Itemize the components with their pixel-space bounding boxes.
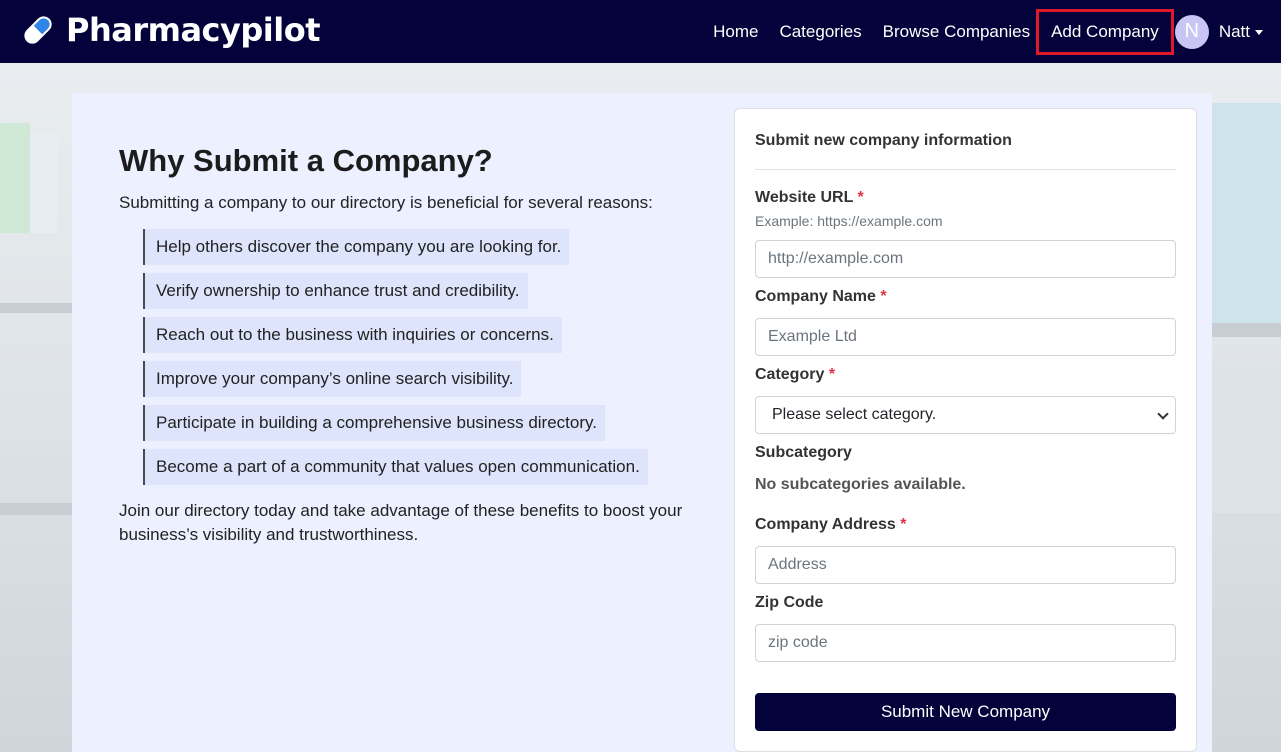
caret-down-icon [1255, 30, 1263, 35]
company-address-input[interactable] [755, 546, 1176, 584]
required-mark: * [828, 366, 836, 383]
company-name-label: Company Name * [755, 288, 887, 305]
required-mark: * [880, 288, 887, 305]
nav-home[interactable]: Home [713, 22, 758, 42]
nav-browse-companies[interactable]: Browse Companies [883, 22, 1030, 42]
divider [755, 169, 1176, 170]
address-label: Company Address * [755, 516, 907, 533]
reason-item: Help others discover the company you are… [143, 229, 570, 265]
category-select[interactable]: Please select category. [755, 396, 1176, 434]
submit-company-button[interactable]: Submit New Company [755, 693, 1176, 731]
required-mark: * [900, 516, 907, 533]
nav-links: Home Categories Browse Companies Add Com… [692, 0, 1263, 63]
info-outro: Join our directory today and take advant… [119, 501, 683, 544]
brand-name: Pharmacypilot [66, 11, 321, 49]
info-section: Why Submit a Company? Submitting a compa… [119, 143, 689, 547]
zip-code-label: Zip Code [755, 594, 824, 611]
user-name: Natt [1218, 21, 1250, 41]
top-navbar: Pharmacypilot Home Categories Browse Com… [0, 0, 1281, 63]
subcategory-label: Subcategory [755, 444, 852, 461]
reason-item: Reach out to the business with inquiries… [143, 317, 562, 353]
zip-code-input[interactable] [755, 624, 1176, 662]
company-form-card: Submit new company information Website U… [734, 108, 1197, 752]
user-avatar[interactable]: N [1174, 14, 1209, 49]
reason-item: Become a part of a community that values… [143, 449, 648, 485]
nav-add-company[interactable]: Add Company [1036, 8, 1174, 55]
nav-categories[interactable]: Categories [779, 22, 861, 42]
subcategory-empty-text: No subcategories available. [755, 476, 966, 493]
reason-item: Verify ownership to enhance trust and cr… [143, 273, 528, 309]
website-url-input[interactable] [755, 240, 1176, 278]
brand-logo[interactable]: Pharmacypilot [20, 8, 321, 52]
info-title: Why Submit a Company? [119, 143, 493, 178]
website-hint: Example: https://example.com [755, 213, 943, 229]
user-menu-toggle[interactable]: Natt [1219, 22, 1263, 42]
category-label: Category * [755, 366, 836, 383]
main-container: Why Submit a Company? Submitting a compa… [72, 93, 1212, 752]
reason-item: Participate in building a comprehensive … [143, 405, 605, 441]
category-selected-value: Please select category. [772, 406, 937, 423]
chevron-down-icon [1157, 408, 1169, 420]
company-name-input[interactable] [755, 318, 1176, 356]
website-label: Website URL * [755, 189, 864, 206]
pill-icon [24, 16, 52, 44]
reason-item: Improve your company’s online search vis… [143, 361, 522, 397]
info-intro: Submitting a company to our directory is… [119, 193, 653, 212]
reasons-list: Help others discover the company you are… [143, 229, 689, 493]
form-title: Submit new company information [755, 132, 1012, 149]
required-mark: * [857, 189, 864, 206]
